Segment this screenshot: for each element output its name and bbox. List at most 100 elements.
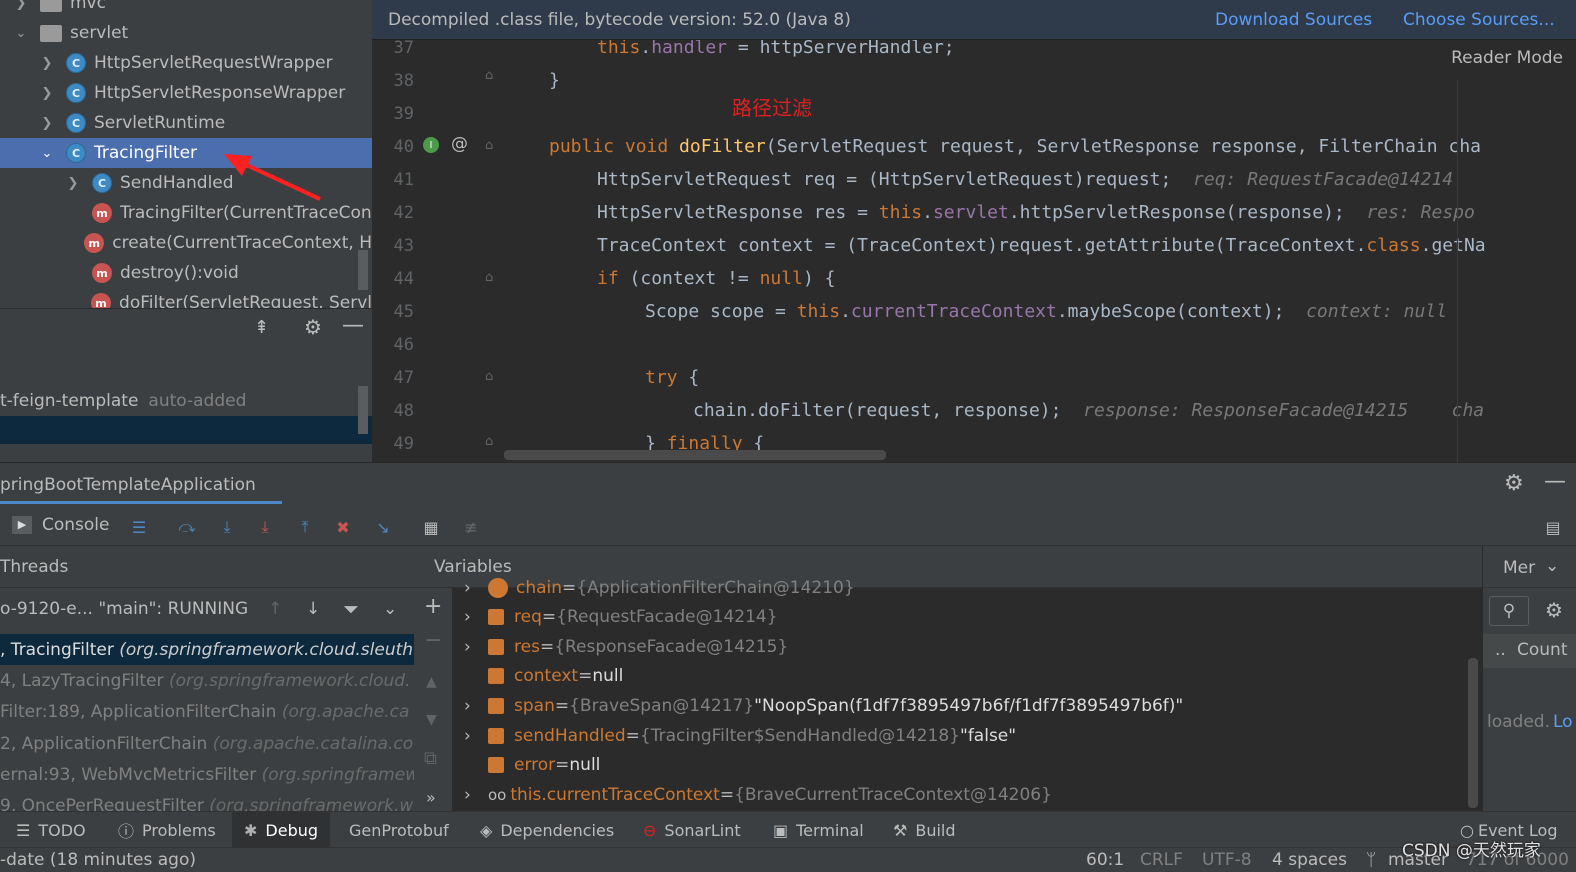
override-icon[interactable]: @: [451, 134, 468, 154]
run-config-tab[interactable]: pringBootTemplateApplication: [0, 475, 256, 495]
memory-tab[interactable]: Mer: [1503, 558, 1535, 578]
fold-icon[interactable]: ⌂: [485, 138, 493, 153]
tree-row-method[interactable]: m doFilter(ServletRequest, Servl: [0, 288, 372, 308]
fold-icon[interactable]: ⌂: [485, 434, 493, 449]
chevron-right-icon[interactable]: ›: [464, 785, 488, 805]
indent-setting[interactable]: 4 spaces: [1272, 850, 1347, 870]
move-up-icon[interactable]: ▲: [426, 674, 437, 690]
move-down-icon[interactable]: ▼: [426, 712, 437, 728]
filter-icon[interactable]: ⏷: [343, 597, 359, 621]
chevron-right-icon[interactable]: ›: [464, 726, 488, 746]
variable-row[interactable]: › chain = {ApplicationFilterChain@14210}: [464, 573, 855, 603]
memory-load-link[interactable]: Lo: [1553, 712, 1573, 732]
line-separator[interactable]: CRLF: [1140, 850, 1183, 870]
arrow-up-icon[interactable]: ↑: [268, 599, 282, 619]
chevron-right-icon[interactable]: ›: [464, 696, 488, 716]
stack-frame[interactable]: 9, OncePerRequestFilter (org.springframe…: [0, 790, 413, 812]
tree-row-servlet-runtime[interactable]: ❯ C ServletRuntime: [0, 108, 372, 138]
threads-list-icon[interactable]: ☰: [126, 514, 152, 540]
variable-row[interactable]: context = null: [488, 661, 623, 691]
download-sources-link[interactable]: Download Sources: [1215, 10, 1372, 30]
stack-frame[interactable]: 4, LazyTracingFilter (org.springframewor…: [0, 665, 410, 696]
sonarlint-tool-button[interactable]: ⊖ SonarLint: [643, 812, 741, 848]
fold-icon[interactable]: ⌂: [485, 270, 493, 285]
chevron-right-icon[interactable]: ❯: [14, 0, 28, 11]
reader-mode-button[interactable]: Reader Mode: [1421, 48, 1563, 76]
chevron-right-icon[interactable]: ›: [464, 578, 488, 598]
tree-scrollbar[interactable]: [358, 250, 368, 290]
choose-sources-link[interactable]: Choose Sources...: [1403, 10, 1555, 30]
implements-icon[interactable]: I: [423, 137, 439, 153]
stack-frame[interactable]: Filter:189, ApplicationFilterChain (org.…: [0, 696, 409, 727]
drop-frame-icon[interactable]: ✖: [330, 514, 356, 540]
trace-icon[interactable]: ≢: [458, 514, 484, 540]
tree-row-servlet[interactable]: ⌄ servlet: [0, 18, 372, 48]
todo-tool-button[interactable]: ☰ TODO: [16, 812, 86, 848]
fold-icon[interactable]: ⌂: [485, 68, 493, 83]
panel-scrollbar[interactable]: [358, 386, 368, 434]
tree-row-method[interactable]: m destroy():void: [0, 258, 372, 288]
remove-watch-icon[interactable]: −: [424, 628, 442, 653]
step-out-icon[interactable]: ⤒: [292, 514, 318, 540]
chevron-right-icon[interactable]: ›: [464, 637, 488, 657]
minimize-icon[interactable]: —: [1544, 469, 1566, 494]
chevron-right-icon[interactable]: ❯: [40, 116, 54, 131]
status-message[interactable]: -date (18 minutes ago): [0, 850, 196, 870]
chevron-right-icon[interactable]: ❯: [40, 56, 54, 71]
stack-frame[interactable]: ernal:93, WebMvcMetricsFilter (org.sprin…: [0, 759, 414, 790]
memory-col-count[interactable]: Count: [1517, 640, 1568, 660]
variable-row[interactable]: › sendHandled = {TracingFilter$SendHandl…: [464, 721, 1016, 751]
variable-row[interactable]: › req = {RequestFacade@14214}: [464, 602, 778, 632]
caret-position[interactable]: 60:1: [1086, 850, 1124, 870]
add-watch-icon[interactable]: +: [424, 594, 442, 619]
debug-tool-button[interactable]: ✱ Debug: [232, 812, 331, 848]
evaluate-expression-icon[interactable]: ▦: [418, 514, 444, 540]
console-tab[interactable]: ▶ Console: [12, 515, 110, 535]
step-over-icon[interactable]: ⤼: [174, 514, 200, 540]
step-into-icon[interactable]: ⤓: [214, 514, 240, 540]
stack-frame[interactable]: , TracingFilter (org.springframework.clo…: [0, 634, 414, 665]
tree-row-request-wrapper[interactable]: ❯ C HttpServletRequestWrapper: [0, 48, 372, 78]
stack-frame[interactable]: 2, ApplicationFilterChain (org.apache.ca…: [0, 728, 413, 759]
panel-selected-row[interactable]: [0, 416, 372, 444]
variable-row[interactable]: › span = {BraveSpan@14217} "NoopSpan(f1d…: [464, 691, 1183, 721]
chevron-right-icon[interactable]: ❯: [40, 86, 54, 101]
copy-icon[interactable]: ⧉: [424, 748, 437, 769]
more-icon[interactable]: »: [426, 788, 436, 807]
search-icon[interactable]: ⚲: [1489, 596, 1529, 626]
thread-selector[interactable]: o-9120-e... "main": RUNNING ↑ ↓ ⏷ ⌄: [0, 594, 414, 624]
chevron-right-icon[interactable]: ❯: [66, 176, 80, 191]
chevron-right-icon[interactable]: ›: [464, 607, 488, 627]
force-step-into-icon[interactable]: ⤓: [252, 514, 278, 540]
build-tool-button[interactable]: ⚒ Build: [893, 812, 956, 848]
gear-icon[interactable]: ⚙: [1545, 598, 1563, 622]
code-editor[interactable]: this.handler = httpServerHandler; } 路径过滤…: [504, 40, 1576, 462]
chevron-down-icon[interactable]: ⌄: [383, 599, 397, 619]
variable-row[interactable]: › res = {ResponseFacade@14215}: [464, 632, 788, 662]
tree-label: ServletRuntime: [94, 113, 226, 133]
arrow-down-icon[interactable]: ↓: [306, 599, 320, 619]
variables-scrollbar[interactable]: [1468, 658, 1478, 808]
panel-list-item[interactable]: t-feign-template auto-added: [0, 386, 360, 416]
minimize-icon[interactable]: —: [342, 313, 364, 338]
variable-row[interactable]: › oo this.currentTraceContext = {BraveCu…: [464, 780, 1052, 810]
dependencies-tool-button[interactable]: ◈ Dependencies: [480, 812, 614, 848]
problems-tool-button[interactable]: ⓘ Problems: [118, 812, 216, 848]
terminal-tool-button[interactable]: ▣ Terminal: [773, 812, 864, 848]
chevron-down-icon[interactable]: ⌄: [1545, 556, 1559, 576]
file-encoding[interactable]: UTF-8: [1202, 850, 1252, 870]
horizontal-scrollbar[interactable]: [504, 450, 886, 460]
tree-row-response-wrapper[interactable]: ❯ C HttpServletResponseWrapper: [0, 78, 372, 108]
fold-icon[interactable]: ⌂: [485, 369, 493, 384]
gear-icon[interactable]: ⚙: [304, 315, 322, 339]
chevron-down-icon[interactable]: ⌄: [40, 146, 54, 161]
chevron-down-icon[interactable]: ⌄: [14, 26, 28, 41]
variable-row[interactable]: error = null: [488, 750, 600, 780]
layout-icon[interactable]: ▤: [1540, 514, 1566, 540]
collapse-icon[interactable]: ⇞: [254, 317, 269, 338]
tree-row-mvc[interactable]: ❯ mvc: [0, 0, 372, 18]
genprotobuf-tool-button[interactable]: GenProtobuf: [349, 812, 449, 848]
run-to-cursor-icon[interactable]: ↘: [370, 514, 396, 540]
tree-row-method[interactable]: m create(CurrentTraceContext, H: [0, 228, 372, 258]
gear-icon[interactable]: ⚙: [1504, 471, 1524, 496]
